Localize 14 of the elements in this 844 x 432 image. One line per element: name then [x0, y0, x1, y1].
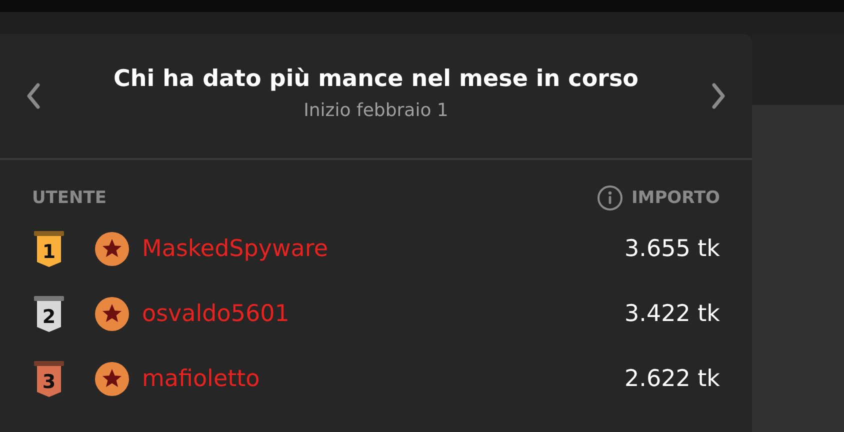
leaderboard-subtitle: Inizio febbraio 1 [304, 100, 448, 120]
leaderboard-title: Chi ha dato più mance nel mese in corso [114, 66, 638, 92]
rank-badge: 1 [32, 228, 72, 268]
amount-column-header: IMPORTO [631, 188, 720, 208]
username-link[interactable]: osvaldo5601 [142, 300, 290, 326]
rank-badge: 2 [32, 294, 72, 334]
user-column-header: UTENTE [32, 188, 106, 208]
info-icon[interactable] [597, 185, 624, 211]
tip-amount: 3.422 tk [624, 300, 720, 326]
rank-badge: 3 [32, 358, 72, 398]
tip-amount: 3.655 tk [624, 236, 720, 262]
tip-amount: 2.622 tk [624, 366, 720, 392]
username-link[interactable]: MaskedSpyware [142, 236, 328, 262]
username-link[interactable]: mafioletto [142, 366, 260, 392]
